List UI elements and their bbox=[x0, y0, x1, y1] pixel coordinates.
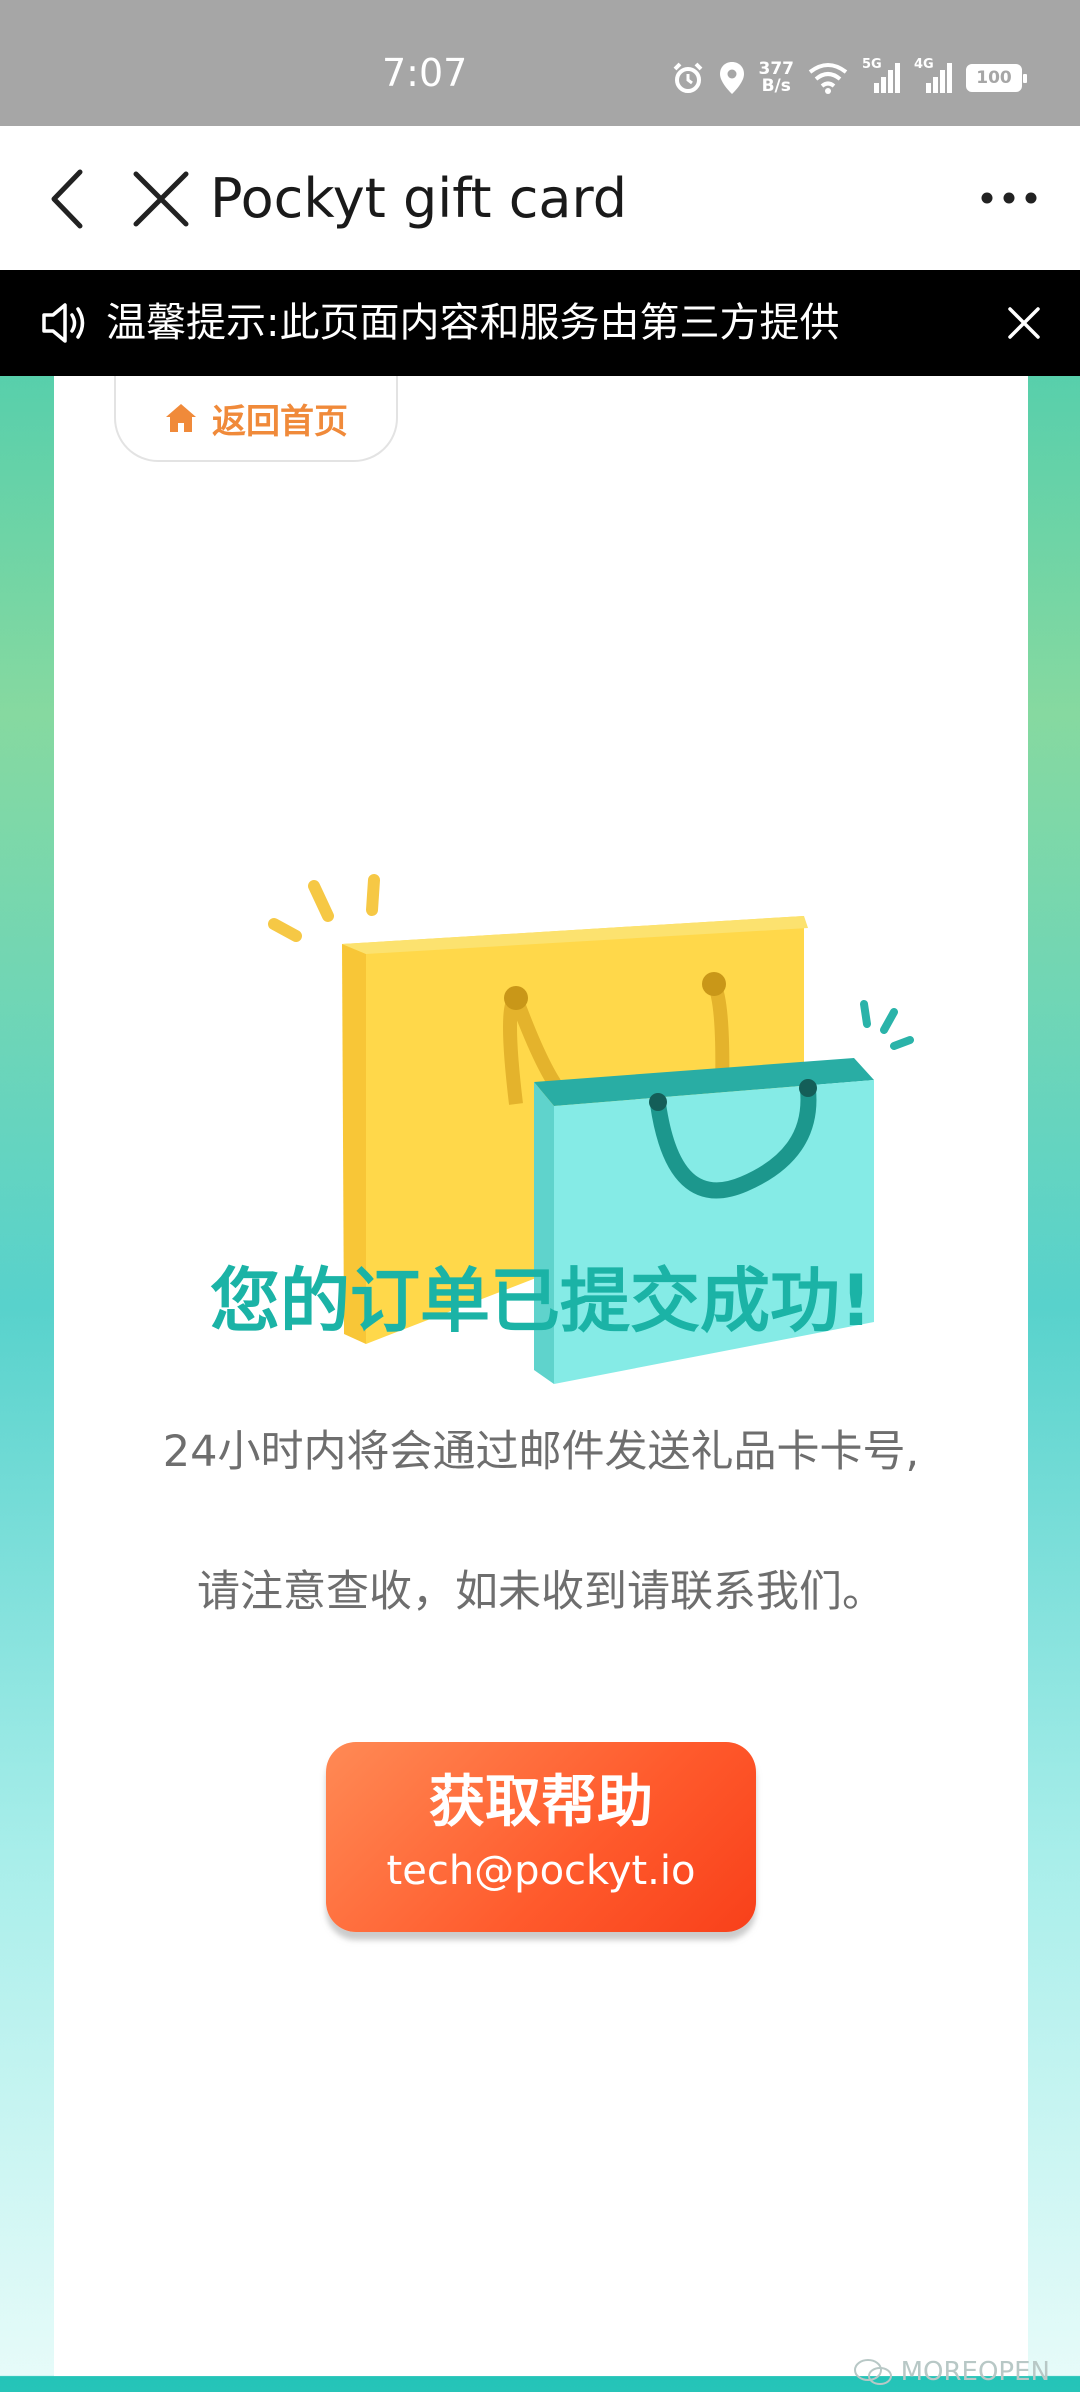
signal-bars-icon bbox=[874, 63, 900, 93]
third-party-notice-bar: 温馨提示:此页面内容和服务由第三方提供 bbox=[0, 270, 1080, 376]
home-button-label: 返回首页 bbox=[212, 401, 348, 442]
status-time: 7:07 bbox=[382, 51, 468, 95]
net-speed-unit: B/s bbox=[761, 76, 791, 96]
status-bar: 7:07 377 B/s 5G 4G 100 bbox=[0, 0, 1080, 126]
back-to-home-button[interactable]: 返回首页 bbox=[114, 376, 398, 462]
home-icon bbox=[166, 404, 196, 432]
shopping-bags-illustration bbox=[268, 874, 914, 1384]
speaker-icon bbox=[42, 303, 85, 343]
net-speed: 377 B/s bbox=[759, 61, 795, 95]
watermark-text: MOREOPEN bbox=[900, 2357, 1050, 2387]
signal-bars-icon bbox=[926, 63, 952, 93]
order-success-title: 您的订单已提交成功! bbox=[210, 1260, 872, 1342]
top-nav-bar: Pockyt gift card bbox=[0, 126, 1080, 270]
close-notice-icon[interactable] bbox=[1004, 303, 1044, 343]
content-card: 返回首页 您的订单已提交成功! 24小时内将会通过邮件发送礼品卡卡号, 请注意查… bbox=[54, 376, 1028, 2376]
wechat-icon bbox=[853, 2359, 892, 2385]
watermark: MOREOPEN bbox=[853, 2352, 1050, 2392]
back-icon[interactable] bbox=[42, 166, 92, 232]
location-icon bbox=[719, 62, 744, 94]
more-options-icon[interactable] bbox=[980, 180, 1038, 216]
wifi-icon bbox=[808, 63, 848, 94]
status-icons: 377 B/s 5G 4G 100 bbox=[671, 57, 1027, 98]
notice-text: 温馨提示:此页面内容和服务由第三方提供 bbox=[106, 300, 840, 346]
battery-icon: 100 bbox=[966, 64, 1027, 92]
description-line-1: 24小时内将会通过邮件发送礼品卡卡号, bbox=[162, 1427, 920, 1477]
signal-4g: 4G bbox=[914, 57, 952, 95]
close-icon[interactable] bbox=[130, 168, 192, 230]
help-button-label: 获取帮助 bbox=[429, 1770, 653, 1835]
description-line-2: 请注意查收，如未收到请联系我们。 bbox=[197, 1567, 885, 1617]
signal-5g: 5G bbox=[862, 57, 900, 95]
help-email: tech@pockyt.io bbox=[386, 1848, 696, 1894]
alarm-icon bbox=[673, 62, 702, 93]
get-help-button[interactable]: 获取帮助 tech@pockyt.io bbox=[326, 1742, 756, 1932]
page-title: Pockyt gift card bbox=[210, 167, 627, 230]
